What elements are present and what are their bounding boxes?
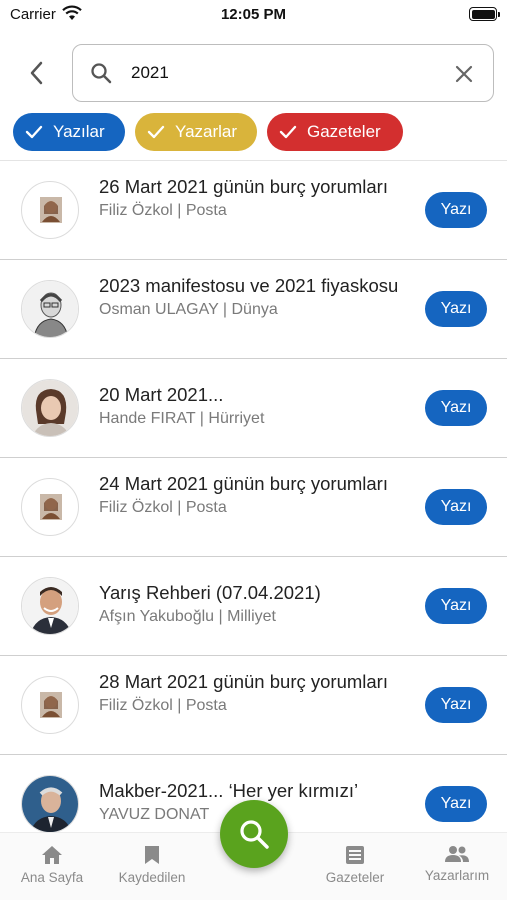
home-icon: [42, 846, 62, 864]
clear-search-button[interactable]: [453, 63, 475, 85]
filter-chip-label: Yazarlar: [175, 122, 238, 141]
author-avatar: [21, 181, 79, 239]
status-bar: Carrier 12:05 PM: [0, 0, 507, 30]
status-time: 12:05 PM: [220, 6, 287, 23]
check-icon: [147, 125, 165, 139]
bookmark-icon: [145, 846, 159, 864]
result-title: 20 Mart 2021...: [99, 384, 224, 405]
author-avatar: [21, 775, 79, 832]
search-icon: [240, 820, 269, 849]
tab-label: Kaydedilen: [118, 870, 186, 885]
result-meta: Osman ULAGAY | Dünya: [99, 301, 278, 318]
result-title: Yarış Rehberi (07.04.2021): [99, 582, 321, 603]
check-icon: [25, 125, 43, 139]
result-meta: Afşın Yakuboğlu | Milliyet: [99, 608, 276, 625]
result-title: 28 Mart 2021 günün burç yorumları: [99, 671, 388, 692]
search-input[interactable]: [131, 59, 441, 87]
filter-chip-label: Yazılar: [53, 122, 105, 141]
search-box[interactable]: [72, 44, 494, 102]
yazi-button[interactable]: Yazı: [425, 192, 487, 228]
author-avatar: [21, 280, 79, 338]
result-title: 2023 manifestosu ve 2021 fiyaskosu: [99, 275, 399, 296]
yazi-button[interactable]: Yazı: [425, 489, 487, 525]
yazi-button[interactable]: Yazı: [425, 390, 487, 426]
tab-kaydedilen[interactable]: Kaydedilen: [114, 845, 190, 885]
chevron-left-icon: [30, 61, 43, 85]
search-fab-button[interactable]: [220, 800, 288, 868]
filter-chips: Yazılar Yazarlar Gazeteler: [13, 113, 403, 151]
tab-yazarlarim[interactable]: Yazarlarım: [419, 845, 495, 883]
filter-chip-gazeteler[interactable]: Gazeteler: [267, 113, 403, 151]
back-button[interactable]: [20, 55, 52, 91]
results-list: 26 Mart 2021 günün burç yorumları Filiz …: [0, 160, 507, 832]
list-item[interactable]: Yarış Rehberi (07.04.2021) Afşın Yakuboğ…: [0, 557, 507, 656]
tab-label: Ana Sayfa: [20, 870, 84, 885]
check-icon: [279, 125, 297, 139]
result-meta: Filiz Özkol | Posta: [99, 697, 227, 714]
close-icon: [455, 65, 473, 83]
filter-chip-label: Gazeteler: [307, 122, 381, 141]
result-title: 24 Mart 2021 günün burç yorumları: [99, 473, 388, 494]
yazi-button[interactable]: Yazı: [425, 291, 487, 327]
battery-icon: [469, 7, 500, 21]
author-avatar: [21, 478, 79, 536]
filter-chip-yazilar[interactable]: Yazılar: [13, 113, 125, 151]
tab-label: Yazarlarım: [424, 868, 490, 883]
author-avatar: [21, 379, 79, 437]
tab-label: Gazeteler: [325, 870, 385, 885]
list-item[interactable]: 20 Mart 2021... Hande FIRAT | Hürriyet Y…: [0, 359, 507, 458]
filter-chip-yazarlar[interactable]: Yazarlar: [135, 113, 257, 151]
result-meta: Filiz Özkol | Posta: [99, 499, 227, 516]
search-icon: [89, 61, 113, 90]
result-title: 26 Mart 2021 günün burç yorumları: [99, 176, 388, 197]
tab-gazeteler[interactable]: Gazeteler: [321, 845, 389, 885]
list-item[interactable]: 24 Mart 2021 günün burç yorumları Filiz …: [0, 458, 507, 557]
author-avatar: [21, 577, 79, 635]
yazi-button[interactable]: Yazı: [425, 687, 487, 723]
people-icon: [445, 846, 469, 862]
tab-ana-sayfa[interactable]: Ana Sayfa: [18, 845, 86, 885]
yazi-button[interactable]: Yazı: [425, 786, 487, 822]
list-item[interactable]: 26 Mart 2021 günün burç yorumları Filiz …: [0, 161, 507, 260]
yazi-button[interactable]: Yazı: [425, 588, 487, 624]
list-item[interactable]: 2023 manifestosu ve 2021 fiyaskosu Osman…: [0, 260, 507, 359]
list-item[interactable]: 28 Mart 2021 günün burç yorumları Filiz …: [0, 656, 507, 755]
result-meta: Filiz Özkol | Posta: [99, 202, 227, 219]
author-avatar: [21, 676, 79, 734]
newspaper-icon: [346, 846, 364, 864]
result-meta: Hande FIRAT | Hürriyet: [99, 410, 265, 427]
